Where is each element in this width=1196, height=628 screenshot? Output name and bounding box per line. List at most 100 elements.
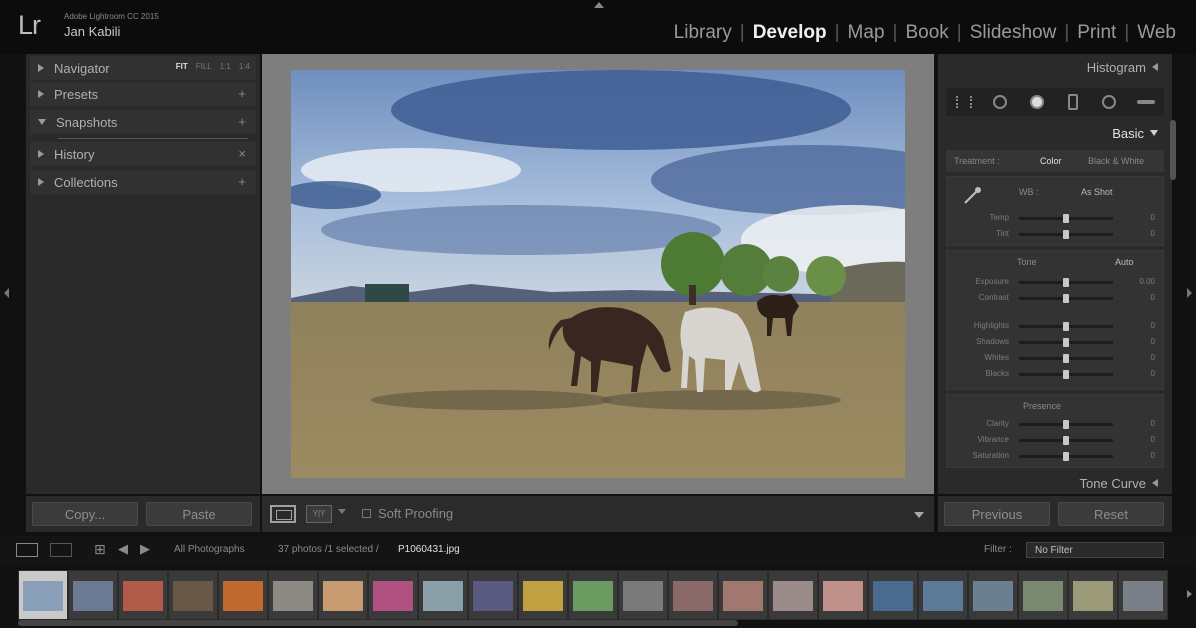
treatment-color[interactable]: Color <box>1040 156 1062 166</box>
filmstrip-scroll-right-icon[interactable] <box>1187 590 1192 598</box>
slider-clarity[interactable]: Clarity 0 <box>947 417 1165 431</box>
crop-tool-icon[interactable] <box>955 93 973 111</box>
basic-header[interactable]: Basic <box>938 120 1172 146</box>
radial-filter-tool-icon[interactable] <box>1100 93 1118 111</box>
slider-exposure[interactable]: Exposure 0.00 <box>947 275 1165 289</box>
spot-removal-tool-icon[interactable] <box>991 93 1009 111</box>
filmstrip-source[interactable]: All Photographs <box>174 544 245 555</box>
filmstrip-thumbnail[interactable] <box>168 570 218 620</box>
copy-button[interactable]: Copy... <box>32 502 138 526</box>
module-map[interactable]: Map <box>840 22 893 44</box>
filmstrip-thumbnail[interactable] <box>268 570 318 620</box>
slider-knob[interactable] <box>1063 436 1069 445</box>
forward-arrow-icon[interactable]: ▶ <box>140 541 150 557</box>
navigator-header[interactable]: Navigator FIT FILL 1:1 1:4 <box>30 56 256 80</box>
zoom-1-1[interactable]: 1:1 <box>220 62 231 71</box>
reset-button[interactable]: Reset <box>1058 502 1164 526</box>
snapshots-header[interactable]: Snapshots + <box>30 110 256 134</box>
slider-knob[interactable] <box>1063 322 1069 331</box>
filmstrip-thumbnail[interactable] <box>318 570 368 620</box>
filmstrip-thumbnail[interactable] <box>568 570 618 620</box>
slider-vibrance[interactable]: Vibrance 0 <box>947 433 1165 447</box>
filmstrip-thumbnail[interactable] <box>1068 570 1118 620</box>
filmstrip-thumbnail[interactable] <box>68 570 118 620</box>
collapse-right-arrow-icon[interactable] <box>1187 288 1192 298</box>
loupe-view-icon[interactable] <box>270 505 296 523</box>
zoom-fit[interactable]: FIT <box>176 62 188 71</box>
add-collection-icon[interactable]: + <box>238 174 246 189</box>
filmstrip-thumbnail[interactable] <box>718 570 768 620</box>
slider-blacks[interactable]: Blacks 0 <box>947 367 1165 381</box>
slider-knob[interactable] <box>1063 370 1069 379</box>
image-canvas[interactable] <box>262 54 934 494</box>
slider-knob[interactable] <box>1063 354 1069 363</box>
slider-knob[interactable] <box>1063 230 1069 239</box>
add-preset-icon[interactable]: + <box>238 86 246 101</box>
filmstrip-thumbnail[interactable] <box>1118 570 1168 620</box>
paste-button[interactable]: Paste <box>146 502 252 526</box>
filmstrip-thumbnail[interactable] <box>368 570 418 620</box>
module-develop[interactable]: Develop <box>745 22 835 44</box>
slider-knob[interactable] <box>1063 294 1069 303</box>
presets-header[interactable]: Presets + <box>30 82 256 106</box>
tone-curve-header[interactable]: Tone Curve <box>938 470 1172 496</box>
collapse-left-arrow-icon[interactable] <box>4 288 9 298</box>
before-after-view-icon[interactable]: Y|Y <box>306 505 332 523</box>
filmstrip-thumbnail[interactable] <box>918 570 968 620</box>
filmstrip-thumbnail[interactable] <box>818 570 868 620</box>
filmstrip-thumbnail[interactable] <box>418 570 468 620</box>
main-window-icon[interactable] <box>16 543 38 557</box>
filter-dropdown[interactable]: No Filter <box>1026 542 1164 558</box>
filmstrip-thumbnail[interactable] <box>1018 570 1068 620</box>
soft-proofing-checkbox[interactable] <box>362 509 371 518</box>
slider-knob[interactable] <box>1063 420 1069 429</box>
slider-whites[interactable]: Whites 0 <box>947 351 1165 365</box>
clear-history-icon[interactable]: × <box>238 146 246 161</box>
view-options-chevron-down-icon[interactable] <box>338 509 346 514</box>
slider-knob[interactable] <box>1063 338 1069 347</box>
slider-highlights[interactable]: Highlights 0 <box>947 319 1165 333</box>
wb-value[interactable]: As Shot <box>1081 187 1113 197</box>
filmstrip-thumbnail[interactable] <box>668 570 718 620</box>
history-header[interactable]: History × <box>30 142 256 166</box>
slider-knob[interactable] <box>1063 452 1069 461</box>
right-panel-scrollbar[interactable] <box>1170 120 1176 180</box>
histogram-header[interactable]: Histogram <box>938 54 1172 80</box>
slider-knob[interactable] <box>1063 214 1069 223</box>
slider-temp[interactable]: Temp 0 <box>947 211 1165 225</box>
filmstrip-thumbnail[interactable] <box>768 570 818 620</box>
slider-contrast[interactable]: Contrast 0 <box>947 291 1165 305</box>
module-slideshow[interactable]: Slideshow <box>962 22 1065 44</box>
filmstrip-thumbnail[interactable] <box>518 570 568 620</box>
module-library[interactable]: Library <box>666 22 740 44</box>
eyedropper-icon[interactable] <box>961 185 983 207</box>
graduated-filter-tool-icon[interactable] <box>1064 93 1082 111</box>
red-eye-tool-icon[interactable] <box>1028 93 1046 111</box>
collapse-top-arrow-icon[interactable] <box>594 2 604 8</box>
filmstrip-thumbnail[interactable] <box>18 570 68 620</box>
grid-view-icon[interactable]: ⊞ <box>94 541 106 558</box>
slider-shadows[interactable]: Shadows 0 <box>947 335 1165 349</box>
toolbar-menu-chevron-down-icon[interactable] <box>914 512 924 518</box>
filmstrip-thumbnail[interactable] <box>968 570 1018 620</box>
selected-filename[interactable]: P1060431.jpg <box>398 544 460 555</box>
adjustment-brush-tool-icon[interactable] <box>1136 93 1155 111</box>
slider-saturation[interactable]: Saturation 0 <box>947 449 1165 463</box>
zoom-1-4[interactable]: 1:4 <box>239 62 250 71</box>
slider-tint[interactable]: Tint 0 <box>947 227 1165 241</box>
module-web[interactable]: Web <box>1129 22 1184 44</box>
treatment-black-white[interactable]: Black & White <box>1088 156 1144 166</box>
previous-button[interactable]: Previous <box>944 502 1050 526</box>
filmstrip-thumbnail[interactable] <box>118 570 168 620</box>
slider-knob[interactable] <box>1063 278 1069 287</box>
filmstrip-thumbnail[interactable] <box>218 570 268 620</box>
zoom-fill[interactable]: FILL <box>196 62 212 71</box>
tone-auto-button[interactable]: Auto <box>1115 257 1134 267</box>
back-arrow-icon[interactable]: ◀ <box>118 541 128 557</box>
add-snapshot-icon[interactable]: + <box>238 114 246 129</box>
filmstrip-thumbnail[interactable] <box>618 570 668 620</box>
collections-header[interactable]: Collections + <box>30 170 256 194</box>
secondary-window-icon[interactable] <box>50 543 72 557</box>
module-book[interactable]: Book <box>897 22 956 44</box>
filmstrip-scrollbar[interactable] <box>18 620 738 626</box>
